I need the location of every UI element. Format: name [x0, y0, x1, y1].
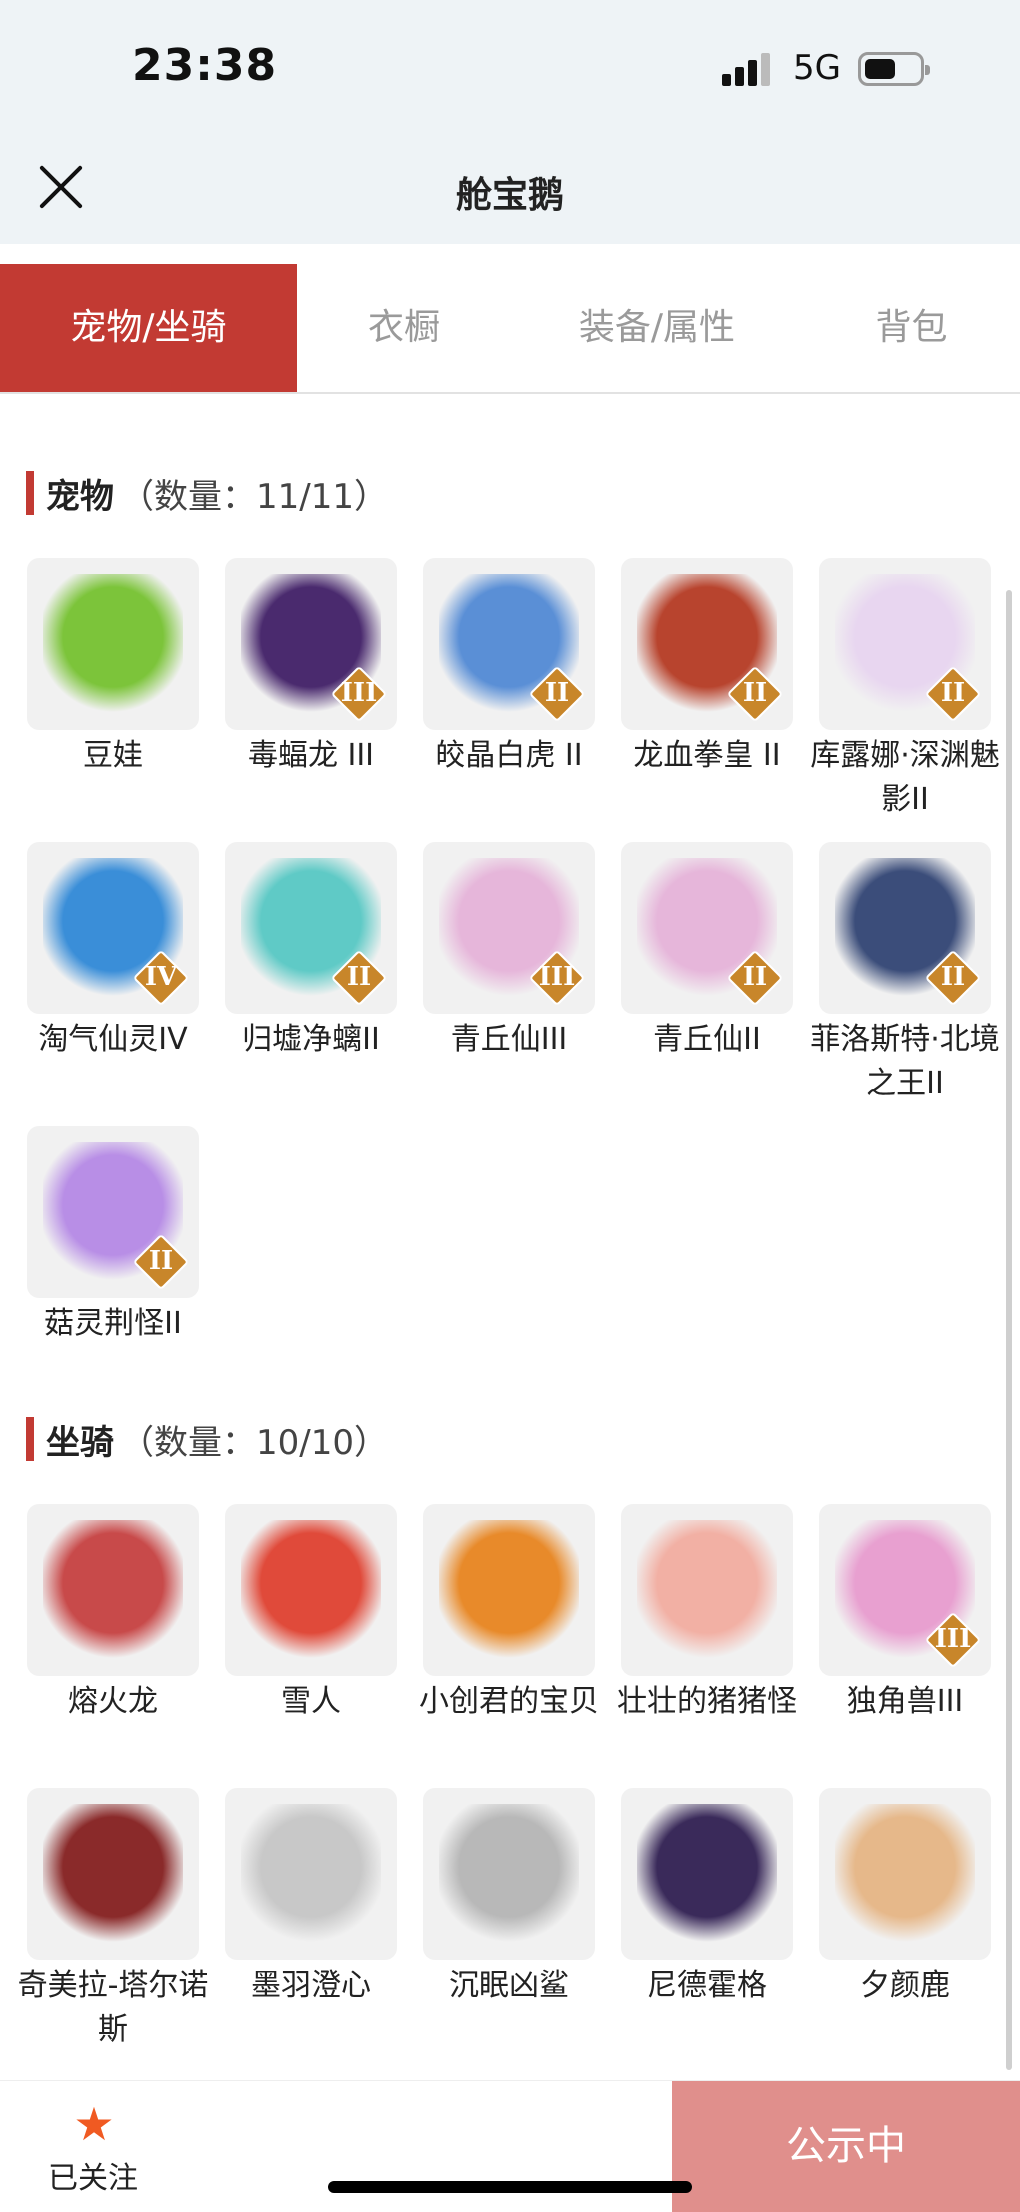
tab-pets-mounts[interactable]: 宠物/坐骑 — [0, 264, 297, 392]
chimera-icon — [43, 1804, 183, 1944]
item-thumbnail[interactable]: III — [225, 558, 397, 730]
pig-icon — [637, 1520, 777, 1660]
section-marker — [26, 471, 34, 515]
item-name: 归墟净螭II — [242, 1022, 380, 1057]
item-name: 淘气仙灵IV — [38, 1022, 188, 1057]
rank-badge-icon: III — [528, 949, 586, 1007]
tab-backpack[interactable]: 背包 — [803, 264, 1020, 392]
green-bean-creature-icon — [43, 574, 183, 714]
tab-bar: 宠物/坐骑 衣橱 装备/属性 背包 — [0, 264, 1020, 394]
item-thumbnail[interactable]: II — [225, 842, 397, 1014]
deer-icon — [835, 1804, 975, 1944]
item-thumbnail[interactable]: II — [27, 1126, 199, 1298]
tab-wardrobe[interactable]: 衣橱 — [297, 264, 511, 392]
item-name: 毒蝠龙 III — [247, 738, 375, 773]
item-name: 皎晶白虎 II — [435, 738, 583, 773]
rank-badge-label: III — [340, 678, 378, 708]
item-thumbnail[interactable]: II — [423, 558, 595, 730]
network-label: 5G — [793, 48, 841, 88]
page-title: 舱宝鹅 — [455, 175, 564, 216]
item-thumbnail[interactable]: II — [621, 842, 793, 1014]
nav-bar: 舱宝鹅 — [0, 140, 1020, 244]
item-name: 菇灵荆怪II — [44, 1306, 182, 1341]
home-indicator — [328, 2181, 692, 2193]
item-thumbnail[interactable] — [621, 1504, 793, 1676]
shark-icon — [439, 1804, 579, 1944]
public-status-button[interactable]: 公示中 — [672, 2081, 1020, 2212]
rank-badge-label: II — [742, 678, 768, 708]
tab-equipment[interactable]: 装备/属性 — [511, 264, 803, 392]
item-name: 独角兽III — [846, 1684, 964, 1719]
red-dragon-head-icon — [43, 1520, 183, 1660]
item-thumbnail[interactable] — [423, 1504, 595, 1676]
rank-badge-icon: II — [726, 665, 784, 723]
rank-badge-label: III — [538, 962, 576, 992]
battery-icon — [858, 52, 930, 86]
rank-badge-label: II — [940, 678, 966, 708]
rank-badge-label: IV — [144, 962, 178, 992]
item-name: 奇美拉-塔尔诺斯 — [17, 1968, 209, 2047]
rank-badge-icon: IV — [132, 949, 190, 1007]
rank-badge-icon: II — [924, 665, 982, 723]
item-name: 青丘仙II — [653, 1022, 761, 1057]
rank-badge-icon: III — [924, 1611, 982, 1669]
pets-section-title: 宠物 （数量：11/11） — [26, 470, 388, 517]
item-thumbnail[interactable]: II — [621, 558, 793, 730]
phoenix-bird-icon — [439, 1520, 579, 1660]
item-thumbnail[interactable]: III — [423, 842, 595, 1014]
dark-dragon-icon — [637, 1804, 777, 1944]
item-name: 壮壮的猪猪怪 — [617, 1684, 797, 1719]
item-thumbnail[interactable] — [423, 1788, 595, 1960]
status-bar: 23:38 5G — [0, 0, 1020, 140]
item-thumbnail[interactable] — [27, 1504, 199, 1676]
mounts-section-title: 坐骑 （数量：10/10） — [26, 1416, 388, 1463]
item-thumbnail[interactable]: IV — [27, 842, 199, 1014]
rank-badge-icon: II — [528, 665, 586, 723]
item-name: 青丘仙III — [450, 1022, 568, 1057]
item-name: 豆娃 — [83, 738, 143, 773]
rank-badge-icon: III — [330, 665, 388, 723]
mounts-count: （数量：10/10） — [120, 1422, 388, 1463]
signal-icon — [722, 52, 774, 86]
item-name: 墨羽澄心 — [251, 1968, 371, 2003]
rank-badge-label: II — [940, 962, 966, 992]
item-thumbnail[interactable]: II — [819, 842, 991, 1014]
follow-label[interactable]: 已关注 — [48, 2153, 138, 2197]
item-name: 龙血拳皇 II — [633, 738, 781, 773]
item-thumbnail[interactable] — [225, 1504, 397, 1676]
rank-badge-icon: II — [726, 949, 784, 1007]
item-name: 库露娜·深渊魅影II — [810, 738, 1000, 817]
snowman-icon — [241, 1520, 381, 1660]
item-thumbnail[interactable] — [819, 1788, 991, 1960]
item-name: 小创君的宝贝 — [419, 1684, 599, 1719]
rank-badge-icon: II — [924, 949, 982, 1007]
item-thumbnail[interactable] — [27, 558, 199, 730]
item-name: 熔火龙 — [68, 1684, 158, 1719]
rank-badge-label: III — [934, 1624, 972, 1654]
item-name: 沉眠凶鲨 — [449, 1968, 569, 2003]
item-thumbnail[interactable] — [225, 1788, 397, 1960]
item-thumbnail[interactable]: II — [819, 558, 991, 730]
item-name: 尼德霍格 — [647, 1968, 767, 2003]
item-thumbnail[interactable] — [27, 1788, 199, 1960]
star-icon[interactable]: ★ — [73, 2101, 115, 2147]
section-marker — [26, 1417, 34, 1461]
mounts-title: 坐骑 — [46, 1422, 114, 1463]
winged-staff-icon — [241, 1804, 381, 1944]
rank-badge-label: II — [544, 678, 570, 708]
rank-badge-label: II — [742, 962, 768, 992]
rank-badge-label: II — [346, 962, 372, 992]
pets-title: 宠物 — [46, 476, 114, 517]
item-name: 雪人 — [281, 1684, 341, 1719]
item-name: 夕颜鹿 — [860, 1968, 950, 2003]
status-time: 23:38 — [132, 40, 278, 91]
pets-count: （数量：11/11） — [120, 476, 388, 517]
item-name: 菲洛斯特·北境之王II — [810, 1022, 1000, 1101]
scrollbar[interactable] — [1006, 590, 1012, 2070]
rank-badge-icon: II — [330, 949, 388, 1007]
rank-badge-icon: II — [132, 1233, 190, 1291]
item-thumbnail[interactable] — [621, 1788, 793, 1960]
item-thumbnail[interactable]: III — [819, 1504, 991, 1676]
rank-badge-label: II — [148, 1246, 174, 1276]
